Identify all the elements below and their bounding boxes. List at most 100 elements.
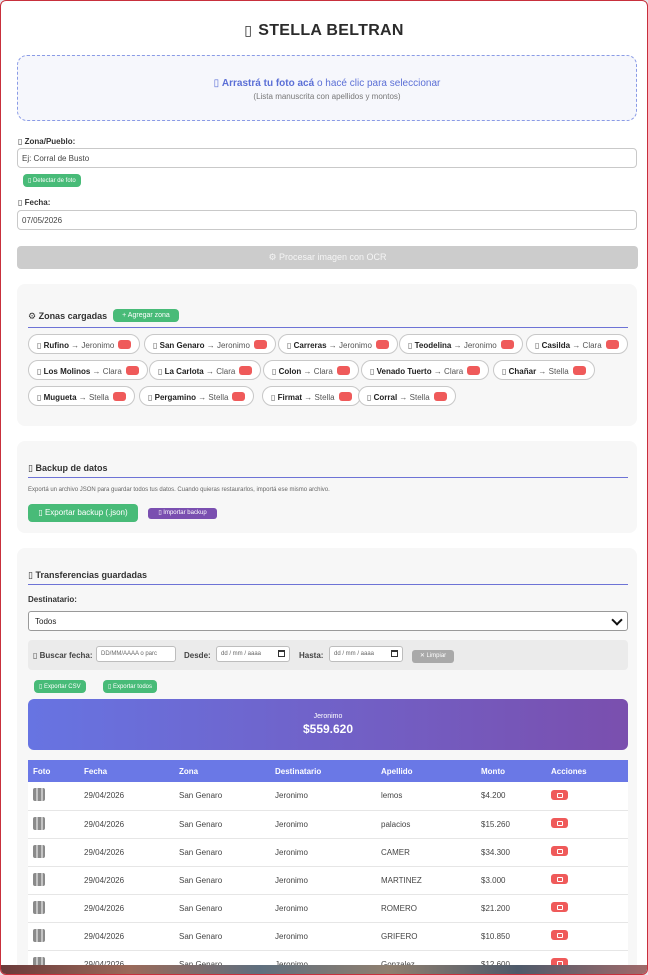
delete-zone-button[interactable]	[433, 392, 447, 401]
import-backup-button[interactable]: ▯ Importar backup	[148, 508, 217, 519]
destinatario-select[interactable]: Todos	[28, 611, 628, 631]
table-row: 29/04/2026 San Genaro Jeronimo MARTINEZ $3.0…	[28, 866, 628, 894]
delete-zone-button[interactable]	[605, 340, 619, 349]
photo-thumbnail[interactable]	[33, 956, 45, 965]
photo-thumb-cell	[28, 950, 79, 965]
zona-chip-name: Chañar	[508, 367, 537, 376]
zona-input[interactable]: Ej: Corral de Busto	[17, 148, 637, 168]
backup-title: ▯ Backup de datos	[28, 463, 108, 473]
zona-chip-dest: Stella	[409, 393, 430, 402]
delete-zone-button[interactable]	[125, 366, 139, 375]
row-apellido: ROMERO	[381, 903, 417, 913]
delete-zone-button[interactable]	[232, 392, 246, 401]
row-apellido: palacios	[381, 819, 411, 829]
row-actions	[546, 810, 628, 838]
delete-row-button[interactable]	[551, 930, 568, 940]
fecha-label: ▯ Fecha:	[18, 198, 51, 207]
zona-chip: ▯ Mugueta → Stella	[28, 386, 135, 406]
zona-chip-dest: Stella	[548, 367, 569, 376]
row-zona: San Genaro	[179, 959, 223, 966]
delete-row-button[interactable]	[551, 874, 568, 884]
row-actions	[546, 866, 628, 894]
delete-row-button[interactable]	[551, 789, 568, 800]
hasta-date-input[interactable]: dd / mm / aaaa	[329, 646, 403, 662]
row-actions	[546, 838, 628, 866]
zona-chip: ▯ Venado Tuerto → Clara	[361, 360, 490, 380]
row-actions	[546, 782, 628, 810]
transferencias-divider	[28, 584, 628, 585]
taskbar-strip	[1, 965, 647, 974]
zona-chip-dest: Clara	[582, 341, 602, 350]
export-backup-button[interactable]: ▯ Exportar backup (.json)	[28, 504, 138, 522]
photo-thumb-cell	[28, 810, 79, 838]
ocr-process-button[interactable]: ⚙ Procesar imagen con OCR	[17, 246, 638, 269]
col-zona: Zona	[179, 766, 199, 776]
delete-zone-button[interactable]	[500, 340, 514, 349]
export-all-button[interactable]: ▯ Exportar todos	[103, 680, 157, 693]
zona-chip-name: Carreras	[293, 341, 327, 350]
delete-row-button[interactable]	[551, 902, 568, 912]
transferencias-card: ▯ Transferencias guardadas Destinatario:…	[17, 548, 637, 965]
zona-chip-dest: Jeronimo	[216, 341, 250, 350]
hasta-label: Hasta:	[299, 651, 324, 660]
photo-thumbnail[interactable]	[33, 928, 45, 942]
photo-thumbnail[interactable]	[33, 788, 45, 802]
zona-chip-dest: Stella	[314, 393, 335, 402]
delete-row-button[interactable]	[551, 958, 568, 965]
chevron-down-icon	[611, 614, 623, 626]
row-destinatario: Jeronimo	[275, 903, 308, 913]
table-row: 29/04/2026 San Genaro Jeronimo palacios $15.…	[28, 810, 628, 838]
delete-row-button[interactable]	[551, 818, 568, 828]
photo-dropzone[interactable]: ▯ Arrastrá tu foto acá o hacé clic para …	[17, 55, 637, 121]
backup-description: Exportá un archivo JSON para guardar tod…	[28, 487, 330, 493]
delete-zone-button[interactable]	[572, 366, 586, 375]
calendar-icon	[391, 650, 398, 657]
delete-zone-button[interactable]	[253, 340, 267, 349]
zona-chip-dest: Jeronimo	[81, 341, 115, 350]
zona-chip: ▯ Los Molinos → Clara	[28, 360, 148, 380]
photo-thumbnail[interactable]	[33, 872, 45, 886]
zona-chip-name: Los Molinos	[43, 367, 91, 376]
desde-label: Desde:	[184, 651, 211, 660]
zona-chip: ▯ Colon → Clara	[263, 360, 359, 380]
zona-chip: ▯ Teodelina → Jeronimo	[399, 334, 523, 354]
col-fecha: Fecha	[84, 766, 108, 776]
row-monto: $3.000	[481, 875, 506, 885]
row-monto: $34.300	[481, 847, 510, 857]
photo-thumbnail[interactable]	[33, 816, 45, 830]
zona-chip-name: La Carlota	[164, 367, 204, 376]
row-fecha: 29/04/2026	[84, 959, 125, 966]
photo-thumbnail[interactable]	[33, 900, 45, 914]
clear-filters-button[interactable]: ✕ Limpiar	[412, 650, 454, 663]
delete-zone-button[interactable]	[467, 366, 481, 375]
table-row: 29/04/2026 San Genaro Jeronimo Gonzalez $12.…	[28, 950, 628, 965]
col-foto: Foto	[33, 766, 51, 776]
add-zone-button[interactable]: + Agregar zona	[113, 309, 179, 322]
app-window: ▯ STELLA BELTRAN ▯ Arrastrá tu foto acá o…	[0, 0, 648, 975]
delete-zone-button[interactable]	[239, 366, 253, 375]
table-row: 29/04/2026 San Genaro Jeronimo ROMERO $21.20…	[28, 894, 628, 922]
detect-from-photo-button[interactable]: ▯ Detectar de foto	[23, 174, 81, 187]
zona-chip-name: Casilda	[541, 341, 571, 350]
delete-zone-button[interactable]	[336, 366, 350, 375]
desde-date-input[interactable]: dd / mm / aaaa	[216, 646, 290, 662]
export-csv-button[interactable]: ▯ Exportar CSV	[34, 680, 86, 693]
buscar-fecha-label: ▯ Buscar fecha:	[33, 651, 93, 660]
row-actions	[546, 894, 628, 922]
delete-row-button[interactable]	[551, 846, 568, 856]
delete-zone-button[interactable]	[375, 340, 389, 349]
calendar-icon	[278, 650, 285, 657]
row-fecha: 29/04/2026	[84, 819, 125, 829]
zona-chip-name: Rufino	[43, 341, 69, 350]
delete-zone-button[interactable]	[112, 392, 126, 401]
table-row: 29/04/2026 San Genaro Jeronimo GRIFERO $10.8…	[28, 922, 628, 950]
zona-chip: ▯ Pergamino → Stella	[139, 386, 255, 406]
total-summary-card: Jeronimo $559.620	[28, 699, 628, 750]
delete-zone-button[interactable]	[118, 340, 132, 349]
buscar-fecha-input[interactable]: DD/MM/AAAA o parc	[96, 646, 176, 662]
fecha-input[interactable]: 07/05/2026	[17, 210, 637, 230]
delete-zone-button[interactable]	[338, 392, 352, 401]
photo-thumbnail[interactable]	[33, 844, 45, 858]
row-destinatario: Jeronimo	[275, 791, 308, 801]
backup-card: ▯ Backup de datos Exportá un archivo JSO…	[17, 441, 637, 533]
